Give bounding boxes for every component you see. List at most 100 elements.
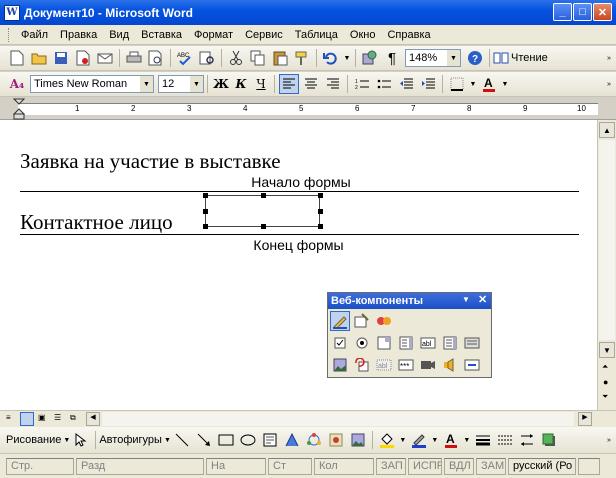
bullets-icon[interactable]	[374, 74, 394, 94]
status-overtype[interactable]: ЗАМ	[476, 457, 506, 475]
palette-options-icon[interactable]: ▼	[462, 295, 470, 304]
scroll-up-button[interactable]: ▲	[599, 122, 615, 138]
movie-component-icon[interactable]	[418, 355, 438, 375]
menu-help[interactable]: Справка	[381, 29, 436, 41]
format-painter-icon[interactable]	[292, 48, 312, 68]
palette-title-bar[interactable]: Веб-компоненты ▼ ✕	[328, 293, 491, 309]
resize-handle[interactable]	[203, 209, 208, 214]
borders-dropdown-icon[interactable]: ▼	[469, 74, 477, 94]
scroll-track[interactable]	[599, 140, 615, 340]
increase-indent-icon[interactable]	[418, 74, 438, 94]
menu-table[interactable]: Таблица	[289, 29, 344, 41]
status-extend[interactable]: ВДЛ	[444, 457, 474, 475]
reading-view-icon[interactable]: ⧉	[70, 413, 82, 425]
menu-tools[interactable]: Сервис	[239, 29, 289, 41]
numbering-icon[interactable]: 12	[352, 74, 372, 94]
submit-component-icon[interactable]	[462, 333, 482, 353]
submit-image-icon[interactable]	[330, 355, 350, 375]
status-record[interactable]: ЗАП	[376, 457, 406, 475]
rectangle-tool-icon[interactable]	[216, 430, 236, 450]
draw-menu-button[interactable]: Рисование	[6, 434, 61, 446]
undo-icon[interactable]	[321, 48, 341, 68]
scroll-down-button[interactable]: ▼	[599, 342, 615, 358]
font-size-select[interactable]: 12 ▼	[158, 75, 204, 93]
draw-font-color-icon[interactable]: A	[441, 430, 461, 450]
textbox-component-icon[interactable]: abl	[418, 333, 438, 353]
checkbox-component-icon[interactable]	[330, 333, 350, 353]
reading-button[interactable]: Чтение	[493, 51, 548, 65]
draw-font-color-dropdown-icon[interactable]: ▼	[463, 430, 471, 450]
resize-handle[interactable]	[203, 193, 208, 198]
resize-handle[interactable]	[261, 193, 266, 198]
spelling-status-icon[interactable]	[578, 457, 600, 475]
line-color-dropdown-icon[interactable]: ▼	[431, 430, 439, 450]
sound-component-icon[interactable]	[440, 355, 460, 375]
dash-style-icon[interactable]	[495, 430, 515, 450]
text-box-icon[interactable]	[260, 430, 280, 450]
shadow-style-icon[interactable]	[539, 430, 559, 450]
hidden-field-icon[interactable]: abl	[374, 355, 394, 375]
script-editor-icon[interactable]	[374, 311, 394, 331]
resize-handle[interactable]	[203, 224, 208, 229]
borders-icon[interactable]	[447, 74, 467, 94]
toolbar-options-icon[interactable]: »	[604, 75, 614, 93]
reset-component-icon[interactable]	[352, 355, 372, 375]
word-icon[interactable]: W	[4, 4, 20, 21]
resize-handle[interactable]	[318, 224, 323, 229]
menu-view[interactable]: Вид	[103, 29, 135, 41]
option-button-icon[interactable]	[352, 333, 372, 353]
new-icon[interactable]	[7, 48, 27, 68]
help-icon[interactable]: ?	[465, 48, 485, 68]
font-color-icon[interactable]: A	[479, 74, 499, 94]
copy-icon[interactable]	[248, 48, 268, 68]
fill-color-dropdown-icon[interactable]: ▼	[399, 430, 407, 450]
print-layout-icon[interactable]: ▣	[38, 413, 50, 425]
web-components-toolbar[interactable]: Веб-компоненты ▼ ✕ abl abl ***	[327, 292, 492, 378]
menu-edit[interactable]: Правка	[54, 29, 103, 41]
list-box-icon[interactable]	[396, 333, 416, 353]
save-icon[interactable]	[51, 48, 71, 68]
scroll-left-button[interactable]: ◀	[86, 412, 100, 426]
document-heading[interactable]: Заявка на участие в выставке	[20, 149, 281, 174]
align-center-button[interactable]	[301, 74, 321, 94]
normal-view-icon[interactable]: ≡	[6, 413, 18, 425]
decrease-indent-icon[interactable]	[396, 74, 416, 94]
browse-object-icon[interactable]: ●	[603, 377, 608, 387]
paste-icon[interactable]	[270, 48, 290, 68]
menu-grip[interactable]	[8, 27, 11, 42]
toolbar-options-icon[interactable]: »	[604, 431, 614, 449]
design-mode-icon[interactable]	[330, 311, 350, 331]
text-area-icon[interactable]	[440, 333, 460, 353]
prev-page-icon[interactable]: ⏶	[602, 362, 608, 372]
print-icon[interactable]	[124, 48, 144, 68]
line-tool-icon[interactable]	[172, 430, 192, 450]
line-color-icon[interactable]	[409, 430, 429, 450]
properties-icon[interactable]	[352, 311, 372, 331]
open-icon[interactable]	[29, 48, 49, 68]
align-left-button[interactable]	[279, 74, 299, 94]
diagram-icon[interactable]	[304, 430, 324, 450]
menu-format[interactable]: Формат	[188, 29, 239, 41]
zoom-select[interactable]: 148% ▼	[405, 49, 461, 67]
print-preview-icon[interactable]	[146, 48, 166, 68]
font-color-dropdown-icon[interactable]: ▼	[501, 74, 509, 94]
align-right-button[interactable]	[323, 74, 343, 94]
maximize-button[interactable]: □	[573, 3, 592, 21]
document-page[interactable]: Заявка на участие в выставке Начало форм…	[0, 120, 597, 410]
menu-file[interactable]: Файл	[15, 29, 54, 41]
styles-icon[interactable]: A₄	[7, 74, 27, 94]
contact-text-field[interactable]	[203, 193, 323, 229]
toolbar-options-icon[interactable]: »	[604, 49, 614, 67]
resize-handle[interactable]	[318, 209, 323, 214]
close-button[interactable]: ✕	[593, 3, 612, 21]
menu-insert[interactable]: Вставка	[135, 29, 188, 41]
resize-handle[interactable]	[318, 193, 323, 198]
oval-tool-icon[interactable]	[238, 430, 258, 450]
horizontal-ruler[interactable]: 1 2 3 4 5 6 7 8 9 10	[0, 98, 616, 120]
resize-handle[interactable]	[261, 224, 266, 229]
scroll-right-button[interactable]: ▶	[578, 412, 592, 426]
cut-icon[interactable]	[226, 48, 246, 68]
line-style-icon[interactable]	[473, 430, 493, 450]
vertical-scrollbar[interactable]: ▲ ▼ ⏶ ● ⏷	[597, 120, 616, 410]
permission-icon[interactable]	[73, 48, 93, 68]
